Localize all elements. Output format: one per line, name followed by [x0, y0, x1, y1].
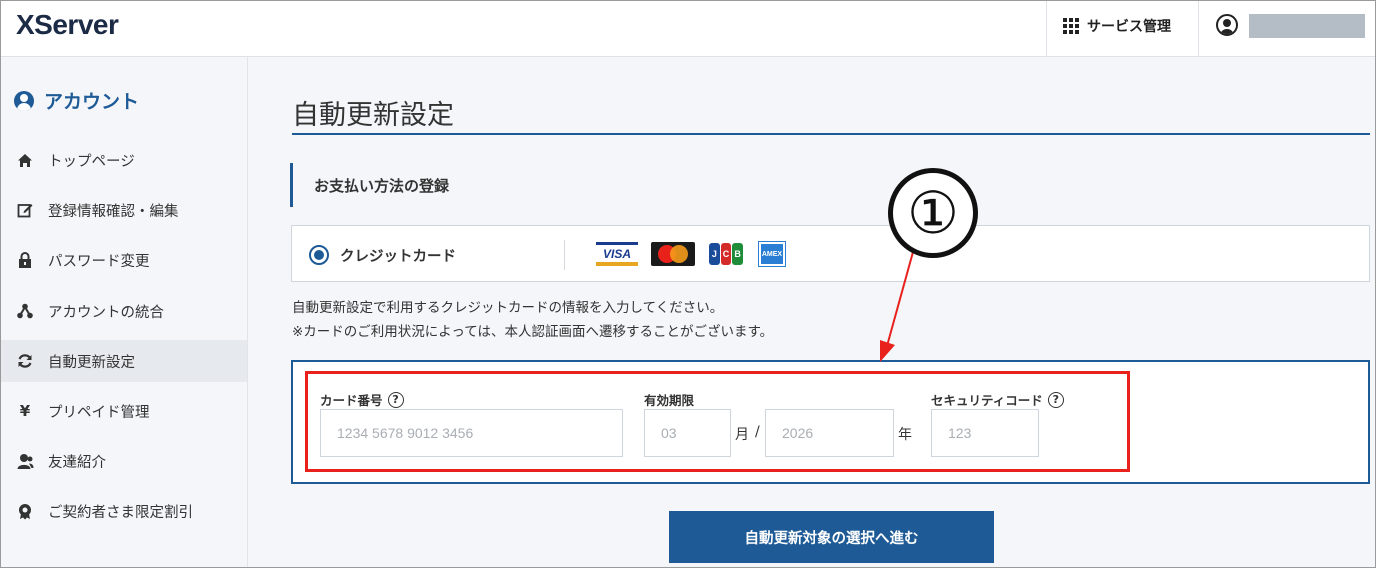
header-divider: [1046, 0, 1047, 57]
sidebar: アカウント トップページ 登録情報確認・編集 パスワード変更 アカウントの統合 …: [0, 57, 248, 568]
visa-logo: VISA: [596, 242, 638, 266]
amex-logo: AMEX: [758, 241, 786, 267]
divider: [564, 240, 565, 270]
annotation-marker: ①: [888, 168, 978, 258]
merge-icon: [16, 302, 34, 320]
sidebar-item-label: パスワード変更: [48, 253, 150, 270]
sidebar-item-top-page[interactable]: トップページ: [0, 139, 247, 181]
sidebar-item-label: プリペイド管理: [48, 404, 150, 421]
account-icon: [14, 90, 34, 111]
lock-icon: [16, 251, 34, 269]
section-heading: お支払い方法の登録: [290, 163, 449, 207]
section-heading-label: お支払い方法の登録: [314, 176, 450, 195]
sidebar-item-password[interactable]: パスワード変更: [0, 239, 247, 281]
amex-label: AMEX: [761, 250, 783, 258]
friend-icon: [16, 452, 34, 470]
sidebar-title-label: アカウント: [44, 91, 140, 113]
header: XServer サービス管理: [0, 0, 1376, 57]
refresh-icon: [16, 352, 34, 370]
instruction-note: ※カードのご利用状況によっては、本人認証画面へ遷移することがございます。: [292, 324, 774, 340]
sidebar-item-auto-renewal[interactable]: 自動更新設定: [0, 340, 247, 382]
highlight-box: [305, 371, 1130, 472]
user-name-redacted[interactable]: [1249, 14, 1365, 38]
sidebar-item-label: アカウントの統合: [48, 304, 164, 321]
edit-icon: [16, 201, 34, 219]
proceed-button[interactable]: 自動更新対象の選択へ進む: [669, 511, 994, 563]
jcb-logo: JCB: [709, 242, 744, 266]
sidebar-item-account-merge[interactable]: アカウントの統合: [0, 290, 247, 332]
service-management-button[interactable]: サービス管理: [1063, 16, 1171, 36]
badge-icon: [16, 502, 34, 520]
page-title: 自動更新設定: [292, 100, 454, 131]
sidebar-item-profile-edit[interactable]: 登録情報確認・編集: [0, 189, 247, 231]
service-management-label: サービス管理: [1087, 19, 1171, 35]
credit-card-label[interactable]: クレジットカード: [340, 245, 456, 266]
sidebar-item-label: 登録情報確認・編集: [48, 203, 179, 220]
sidebar-item-member-discount[interactable]: ご契約者さま限定割引: [0, 490, 247, 532]
instruction-text: 自動更新設定で利用するクレジットカードの情報を入力してください。: [292, 300, 724, 316]
sidebar-item-label: 自動更新設定: [48, 354, 135, 371]
sidebar-item-label: トップページ: [48, 153, 135, 170]
title-underline: [292, 133, 1370, 135]
credit-card-radio[interactable]: [309, 245, 329, 265]
home-icon: [16, 151, 34, 169]
yen-icon: ¥: [19, 401, 31, 420]
sidebar-item-label: 友達紹介: [48, 454, 106, 471]
grid-icon: [1063, 18, 1079, 34]
mastercard-logo: [651, 242, 695, 266]
sidebar-item-prepaid[interactable]: ¥ プリペイド管理: [0, 390, 247, 432]
sidebar-title: アカウント: [14, 87, 139, 114]
sidebar-item-label: ご契約者さま限定割引: [48, 504, 193, 521]
payment-method-option[interactable]: クレジットカード VISA JCB AMEX: [291, 225, 1370, 282]
sidebar-item-friend-referral[interactable]: 友達紹介: [0, 440, 247, 482]
user-icon[interactable]: [1216, 14, 1238, 36]
header-divider: [1198, 0, 1199, 57]
xserver-logo[interactable]: XServer: [16, 9, 119, 41]
